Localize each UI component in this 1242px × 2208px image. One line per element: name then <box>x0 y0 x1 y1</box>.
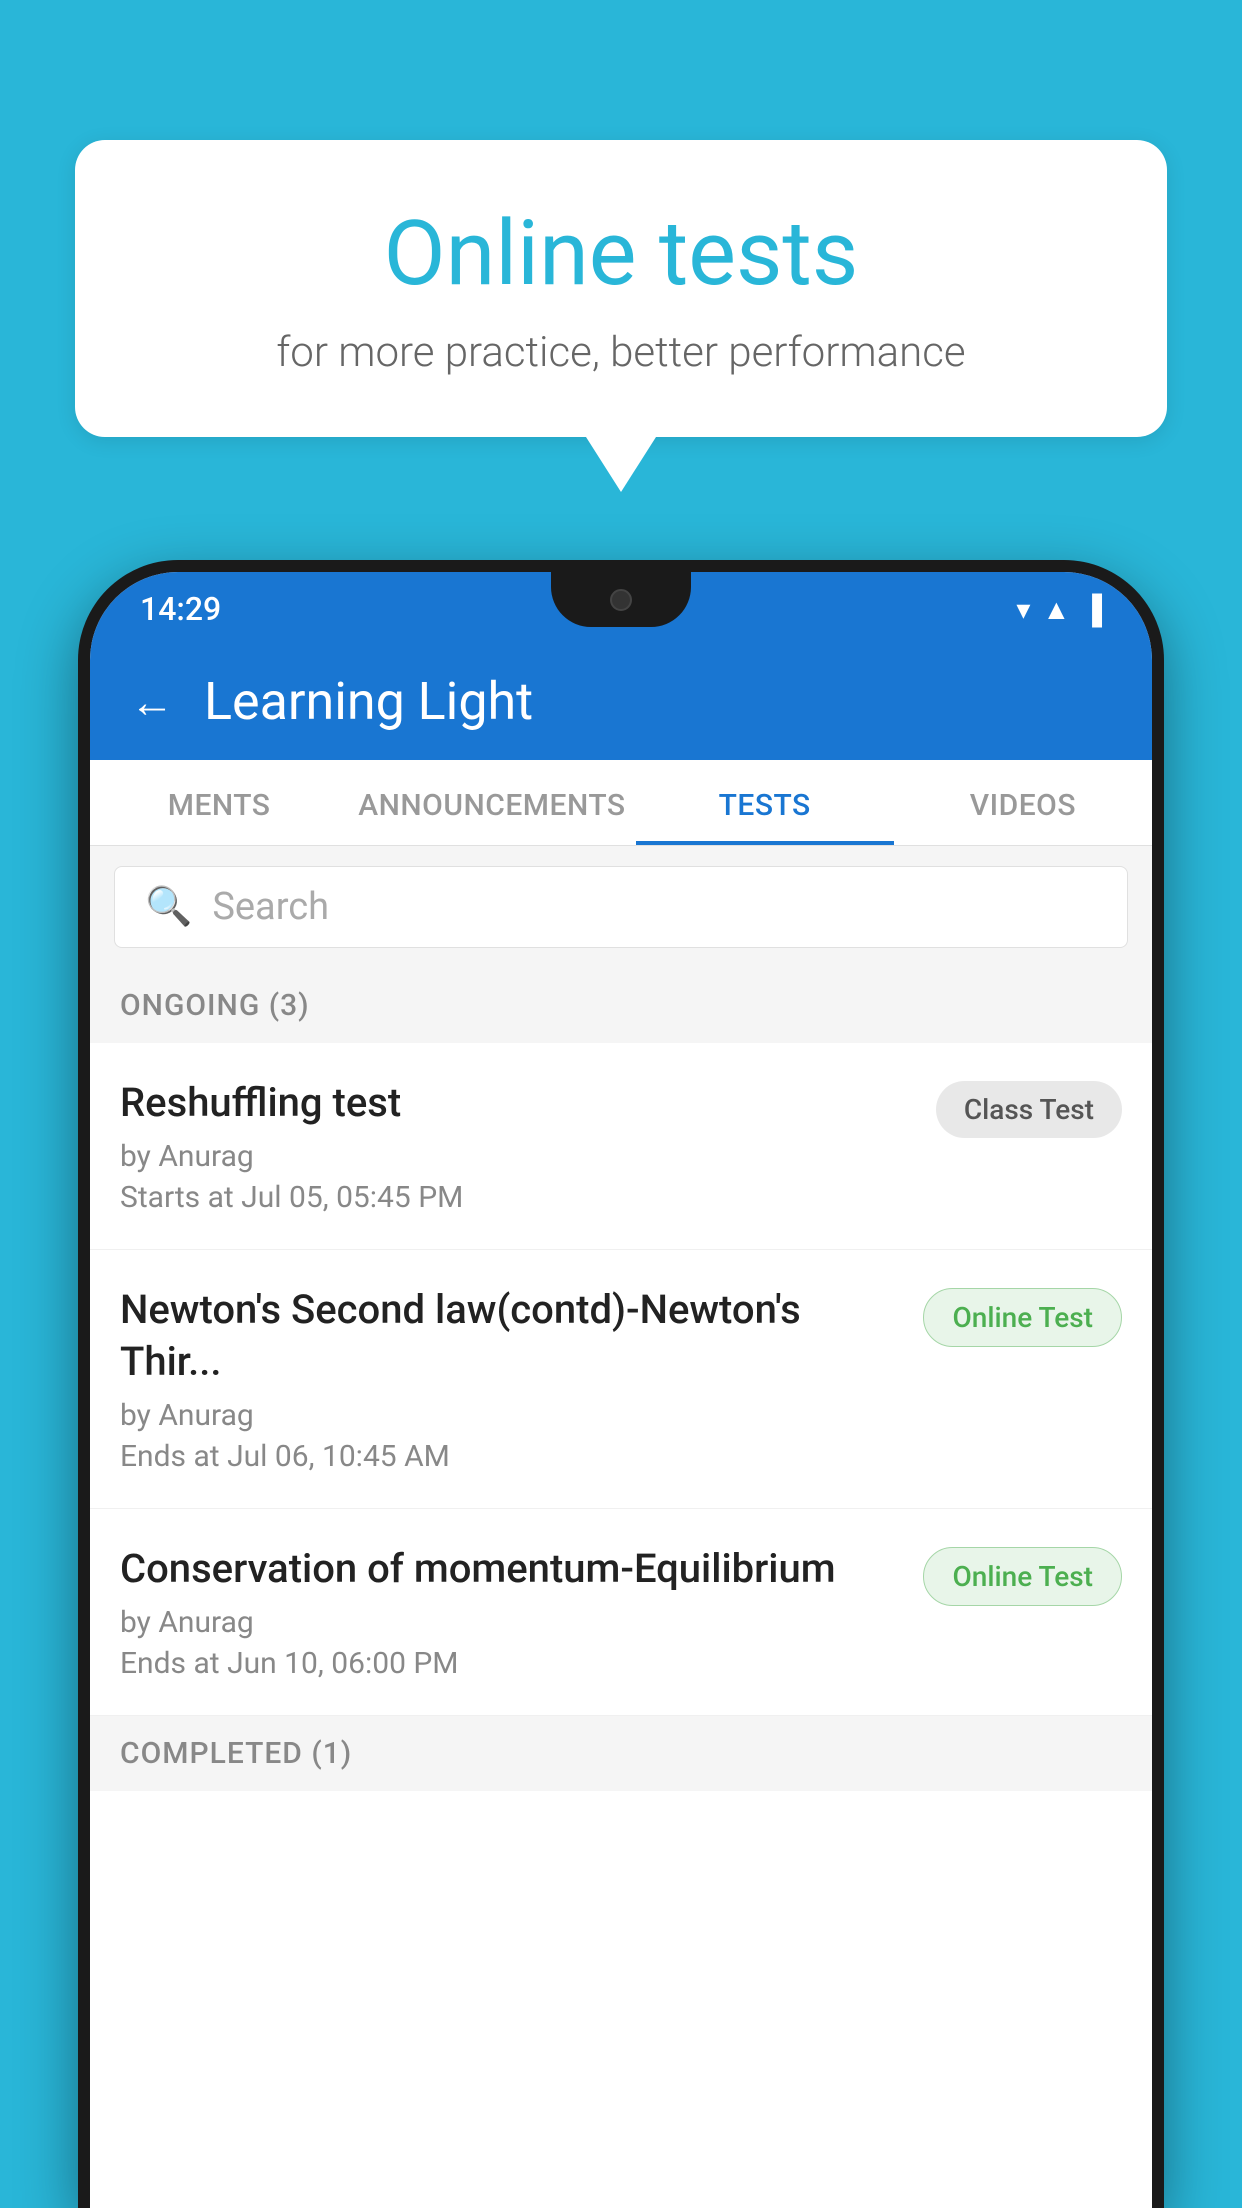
tab-videos[interactable]: VIDEOS <box>894 760 1152 845</box>
test-list: Reshuffling test by Anurag Starts at Jul… <box>90 1043 1152 2208</box>
test-author: by Anurag <box>120 1605 903 1640</box>
test-item[interactable]: Reshuffling test by Anurag Starts at Jul… <box>90 1043 1152 1250</box>
test-author: by Anurag <box>120 1398 903 1433</box>
phone-screen: 14:29 ▾ ▲ ▐ ← Learning Light MENTS ANNOU… <box>90 572 1152 2208</box>
tab-assignments[interactable]: MENTS <box>90 760 348 845</box>
test-time: Ends at Jul 06, 10:45 AM <box>120 1439 903 1474</box>
completed-section-title: COMPLETED (1) <box>120 1736 352 1771</box>
phone-frame: 14:29 ▾ ▲ ▐ ← Learning Light MENTS ANNOU… <box>78 560 1164 2208</box>
app-bar: ← Learning Light <box>90 643 1152 760</box>
status-icons: ▾ ▲ ▐ <box>1016 593 1102 626</box>
ongoing-section-header: ONGOING (3) <box>90 968 1152 1043</box>
test-info: Conservation of momentum-Equilibrium by … <box>120 1543 923 1681</box>
search-placeholder: Search <box>212 885 329 929</box>
test-author: by Anurag <box>120 1139 916 1174</box>
test-badge: Class Test <box>936 1081 1122 1138</box>
tabs-bar: MENTS ANNOUNCEMENTS TESTS VIDEOS <box>90 760 1152 846</box>
speech-bubble-container: Online tests for more practice, better p… <box>75 140 1167 492</box>
test-name: Newton's Second law(contd)-Newton's Thir… <box>120 1284 903 1388</box>
speech-bubble-tail <box>586 437 656 492</box>
completed-section-header: COMPLETED (1) <box>90 1716 1152 1791</box>
status-time: 14:29 <box>140 590 221 628</box>
test-info: Newton's Second law(contd)-Newton's Thir… <box>120 1284 923 1474</box>
tab-announcements[interactable]: ANNOUNCEMENTS <box>348 760 635 845</box>
test-item[interactable]: Conservation of momentum-Equilibrium by … <box>90 1509 1152 1716</box>
test-time: Ends at Jun 10, 06:00 PM <box>120 1646 903 1681</box>
speech-bubble: Online tests for more practice, better p… <box>75 140 1167 437</box>
search-container: 🔍 Search <box>90 846 1152 968</box>
search-icon: 🔍 <box>145 885 192 929</box>
test-badge: Online Test <box>923 1288 1122 1347</box>
front-camera <box>610 589 632 611</box>
wifi-icon: ▾ <box>1016 593 1030 626</box>
test-name: Conservation of momentum-Equilibrium <box>120 1543 903 1595</box>
back-button[interactable]: ← <box>130 676 174 728</box>
signal-icon: ▲ <box>1042 593 1070 626</box>
bubble-subtitle: for more practice, better performance <box>155 328 1087 377</box>
search-bar[interactable]: 🔍 Search <box>114 866 1128 948</box>
bubble-title: Online tests <box>155 200 1087 308</box>
test-name: Reshuffling test <box>120 1077 916 1129</box>
ongoing-section-title: ONGOING (3) <box>120 988 310 1023</box>
phone-notch <box>551 572 691 627</box>
tab-tests[interactable]: TESTS <box>636 760 894 845</box>
test-time: Starts at Jul 05, 05:45 PM <box>120 1180 916 1215</box>
test-badge: Online Test <box>923 1547 1122 1606</box>
test-info: Reshuffling test by Anurag Starts at Jul… <box>120 1077 936 1215</box>
battery-icon: ▐ <box>1082 593 1102 626</box>
test-item[interactable]: Newton's Second law(contd)-Newton's Thir… <box>90 1250 1152 1509</box>
app-bar-title: Learning Light <box>204 671 533 732</box>
